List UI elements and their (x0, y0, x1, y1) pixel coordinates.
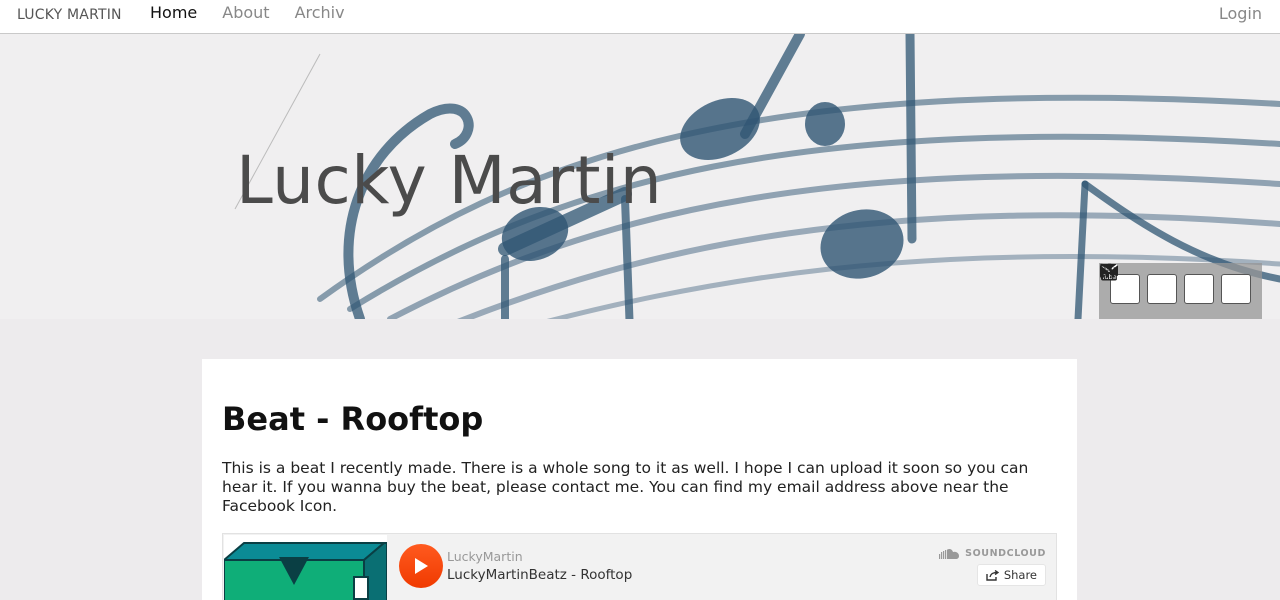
youtube-button[interactable]: You Tube (1100, 265, 1214, 304)
share-label: Share (1003, 568, 1037, 582)
track-artwork[interactable] (224, 535, 387, 600)
nav-archiv[interactable]: Archiv (295, 4, 345, 22)
post-title[interactable]: Beat - Rooftop (222, 400, 483, 438)
soundcloud-player: LuckyMartin LuckyMartinBeatz - Rooftop S… (222, 533, 1057, 600)
header-banner: Lucky Martin You Tube (0, 34, 1280, 319)
nav-about[interactable]: About (222, 4, 269, 22)
rss-button[interactable] (1100, 263, 1251, 304)
artwork-logo-image (224, 535, 387, 600)
share-button[interactable]: Share (976, 564, 1046, 586)
social-links: You Tube (1099, 263, 1262, 319)
play-icon (415, 558, 428, 574)
share-icon (986, 569, 999, 581)
track-artist[interactable]: LuckyMartin (447, 549, 523, 564)
top-navbar: LUCKY MARTIN Home About Archiv Login (0, 0, 1280, 34)
track-title[interactable]: LuckyMartinBeatz - Rooftop (447, 567, 632, 583)
nav-links: Home About Archiv (150, 4, 370, 22)
email-button[interactable] (1100, 263, 1177, 304)
post-card: Beat - Rooftop This is a beat I recently… (202, 359, 1077, 600)
soundcloud-label: SOUNDCLOUD (965, 548, 1046, 559)
soundcloud-logo[interactable]: SOUNDCLOUD (939, 548, 1046, 559)
post-body: This is a beat I recently made. There is… (222, 459, 1029, 515)
play-button[interactable] (399, 544, 443, 588)
rss-icon (1100, 263, 1115, 278)
login-link[interactable]: Login (1219, 4, 1262, 23)
nav-home[interactable]: Home (150, 4, 197, 22)
soundcloud-cloud-icon (939, 549, 960, 559)
site-title: Lucky Martin (236, 142, 663, 219)
brand-link[interactable]: LUCKY MARTIN (17, 7, 122, 23)
